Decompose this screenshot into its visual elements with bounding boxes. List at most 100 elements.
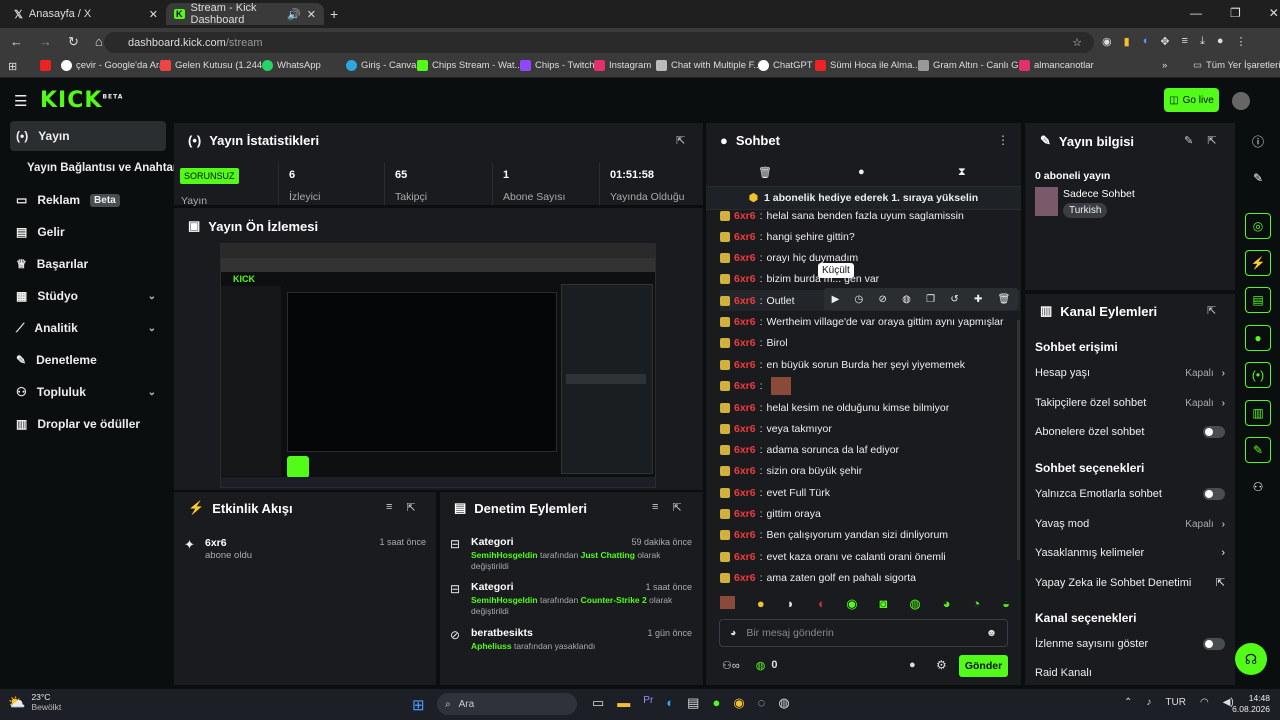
setting-show-viewcount[interactable]: İzlenme sayısını göster: [1035, 638, 1225, 650]
extension-icon[interactable]: ◉: [1102, 35, 1112, 48]
timeout-icon[interactable]: ◷: [855, 294, 864, 305]
sidebar-item-droplar[interactable]: ▥ Droplar ve ödüller: [10, 409, 166, 439]
emote-icon[interactable]: ◔: [972, 596, 980, 612]
taskbar-search[interactable]: ⌕ Ara: [437, 693, 577, 715]
emote-icon[interactable]: ◕: [943, 596, 951, 612]
setting-raid-channel[interactable]: Raid Kanalı: [1035, 667, 1225, 679]
sidebar-item-studyo[interactable]: ▦ Stüdyo ⌄: [10, 281, 166, 311]
target-icon[interactable]: ◎: [1245, 213, 1271, 239]
filter-icon[interactable]: ≡: [652, 501, 658, 514]
chat-settings-icon[interactable]: ●: [858, 166, 865, 178]
setting-account-age[interactable]: Hesap yaşı Kapalı ›: [1035, 367, 1225, 379]
restore-icon[interactable]: ❐: [1230, 6, 1241, 20]
setting-emote-only[interactable]: Yalnızca Emotlarla sohbet: [1035, 488, 1225, 500]
expand-icon[interactable]: ⇱: [676, 134, 685, 147]
undo-icon[interactable]: ↺: [950, 294, 958, 305]
edit-icon[interactable]: ✎: [1184, 134, 1193, 147]
chat-users-icon[interactable]: ●: [909, 659, 916, 671]
users-icon[interactable]: ⚇∞: [722, 659, 740, 672]
sidebar-item-topluluk[interactable]: ⚇ Topluluk ⌄: [10, 377, 166, 407]
sidebar-item-yayin[interactable]: (•) Yayın: [10, 121, 166, 151]
wifi-icon[interactable]: ◠: [1200, 697, 1209, 708]
chat-message[interactable]: 6xr6: hangi şehire gittin?: [720, 226, 1020, 247]
emote-icon[interactable]: ◙: [880, 596, 888, 612]
store-icon[interactable]: ▤: [687, 695, 699, 711]
mic-icon[interactable]: ♪: [1146, 697, 1151, 708]
chrome-icon[interactable]: ◉: [733, 695, 744, 711]
setting-slow-mode[interactable]: Yavaş mod Kapalı ›: [1035, 518, 1225, 530]
emote-only-toggle[interactable]: [1203, 488, 1225, 500]
extension-icon[interactable]: ▮: [1124, 35, 1130, 48]
points[interactable]: ◍ 0: [756, 659, 778, 672]
mute-icon[interactable]: ⊘: [879, 294, 887, 305]
emoji-icon[interactable]: ☻: [986, 627, 997, 639]
obs-icon[interactable]: ◍: [778, 695, 789, 711]
bookmark[interactable]: çevir - Google'da Ara: [61, 60, 164, 71]
extension-icon[interactable]: ◖: [1142, 35, 1149, 48]
bookmark[interactable]: Gram Altın - Canlı G...: [918, 60, 1026, 71]
pin-icon[interactable]: ✚: [974, 294, 982, 305]
go-live-button[interactable]: ◫ Go live: [1164, 88, 1219, 112]
chat-message[interactable]: 6xr6: en büyük sorun Burda her şeyi yiyem…: [720, 354, 1020, 375]
chat-message[interactable]: 6xr6: ama zaten golf en pahalı sigorta: [720, 567, 1020, 588]
avatar[interactable]: [1232, 92, 1250, 110]
sidebar-item-analitik[interactable]: ⟋ Analitik ⌄: [10, 313, 166, 343]
sidebar-item-reklam[interactable]: ▭ Reklam Beta: [10, 185, 166, 215]
tab-x[interactable]: 𝕏 Anasayfa / X ✕: [6, 3, 166, 25]
bookmark[interactable]: Chips Stream - Wat...: [417, 60, 522, 71]
bookmark[interactable]: Gelen Kutusu (1.244...: [160, 60, 270, 71]
chat-message[interactable]: 6xr6: helal kesim ne olduğunu kimse bilmi…: [720, 397, 1020, 418]
emote-icon[interactable]: ◉: [846, 596, 857, 612]
taskview-icon[interactable]: ▭: [592, 695, 604, 711]
sidebar-item-denetleme[interactable]: ✎ Denetleme: [10, 345, 166, 375]
chat-mode-icon[interactable]: ◕: [730, 627, 736, 639]
tab-kick[interactable]: K Stream - Kick Dashboard 🔊 ✕: [166, 2, 324, 26]
bolt-icon[interactable]: ⚡: [1245, 250, 1271, 276]
chat-message[interactable]: 6xr6: Birol: [720, 332, 1020, 353]
reply-icon[interactable]: ◍: [902, 294, 911, 305]
bookmark-youtube[interactable]: [40, 60, 51, 71]
url-input[interactable]: dashboard.kick.com/stream ☆: [104, 32, 1094, 53]
chat-message[interactable]: 6xr6: adama sorunca da laf ediyor: [720, 439, 1020, 460]
home-icon[interactable]: ⌂: [95, 34, 103, 50]
chat-message[interactable]: 6xr6: veya takmıyor: [720, 418, 1020, 439]
people-icon[interactable]: ⚇: [1245, 474, 1271, 500]
chat-scrollbar[interactable]: [1017, 320, 1020, 560]
expand-icon[interactable]: ⇱: [672, 501, 681, 514]
filter-icon[interactable]: ≡: [386, 501, 392, 514]
layers-icon[interactable]: ▥: [1245, 400, 1271, 426]
bookmark[interactable]: Giriş - Canva: [346, 60, 416, 71]
chat-message[interactable]: 6xr6: evet Full Türk: [720, 482, 1020, 503]
kick-logo[interactable]: KICKBETA: [40, 88, 123, 113]
app-icon[interactable]: ◌: [758, 695, 766, 711]
setting-subs-only[interactable]: Abonelere özel sohbet: [1035, 426, 1225, 438]
info-icon[interactable]: ⓘ: [1245, 128, 1271, 154]
hamburger-icon[interactable]: ☰: [14, 92, 27, 110]
speaker-icon[interactable]: 🔊: [287, 8, 301, 21]
clock[interactable]: 14:48 6.08.2026: [1222, 693, 1270, 715]
hourglass-icon[interactable]: ⧗: [958, 166, 966, 179]
language-indicator[interactable]: TUR: [1165, 697, 1186, 708]
chat-icon[interactable]: ●: [1245, 325, 1271, 351]
bookmark[interactable]: Chips - Twitch: [520, 60, 594, 71]
expand-icon[interactable]: ⇱: [1207, 304, 1216, 317]
chat-message[interactable]: 6xr6: Ben çalışıyorum yandan sizi dinliyo…: [720, 524, 1020, 545]
play-icon[interactable]: ▶: [832, 294, 840, 305]
emote-icon[interactable]: ◒: [1002, 596, 1010, 612]
setting-banned-words[interactable]: Yasaklanmış kelimeler ›: [1035, 547, 1225, 559]
send-button[interactable]: Gönder: [959, 655, 1008, 677]
spotify-icon[interactable]: ●: [712, 695, 720, 711]
avatar[interactable]: ●: [1217, 35, 1224, 48]
chat-message[interactable]: 6xr6: Wertheim village'de var oraya gitti…: [720, 311, 1020, 332]
setting-followers-only[interactable]: Takipçilere özel sohbet Kapalı ›: [1035, 397, 1225, 409]
menu-icon[interactable]: ⋮: [1236, 35, 1247, 48]
chat-message[interactable]: 6xr6: orayı hiç duymadım: [720, 247, 1020, 268]
trash-icon[interactable]: 🗑: [758, 166, 772, 179]
sidebar-item-gelir[interactable]: ▤ Gelir: [10, 217, 166, 247]
sidebar-item-basarilar[interactable]: ♕ Başarılar: [10, 249, 166, 279]
more-options-icon[interactable]: ⋮: [997, 133, 1009, 147]
puzzle-icon[interactable]: ✥: [1160, 35, 1169, 48]
bookmark[interactable]: almancanotlar: [1019, 60, 1094, 71]
more-bookmarks-icon[interactable]: »: [1162, 60, 1167, 71]
emote-icon[interactable]: ◍: [909, 596, 920, 612]
